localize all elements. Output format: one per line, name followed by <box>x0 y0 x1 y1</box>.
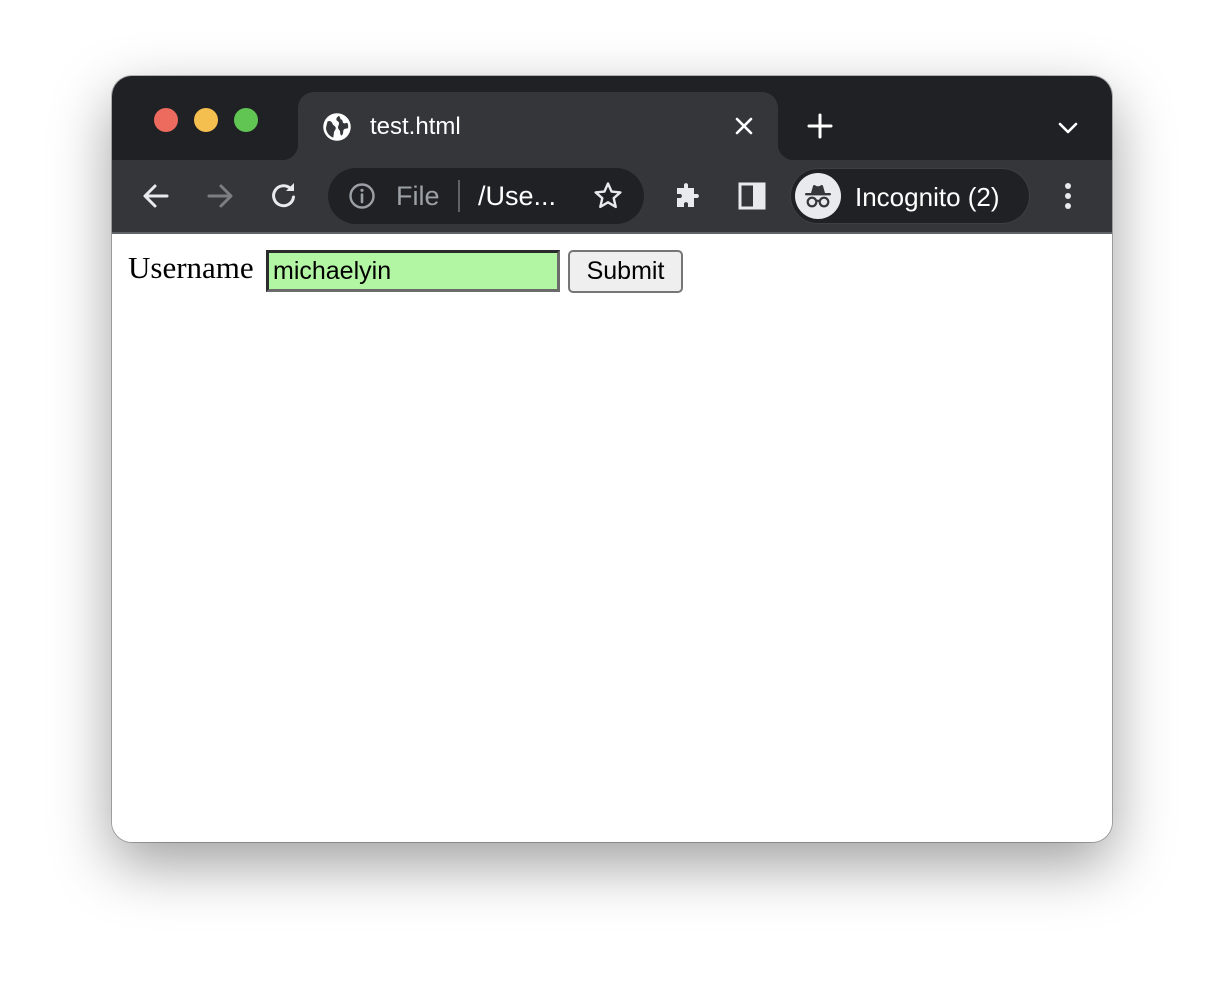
incognito-label: Incognito (2) <box>855 182 1000 212</box>
tab-title: test.html <box>370 113 461 140</box>
url-text[interactable]: /Use... <box>478 181 556 212</box>
window-maximize-button[interactable] <box>234 108 258 132</box>
window-close-button[interactable] <box>154 108 178 132</box>
address-divider <box>458 180 460 212</box>
page-content: Username Submit <box>112 234 1112 842</box>
back-arrow-icon[interactable] <box>140 180 172 212</box>
globe-icon <box>323 113 351 141</box>
username-input[interactable] <box>266 250 560 292</box>
plus-icon[interactable] <box>806 112 834 140</box>
window-minimize-button[interactable] <box>194 108 218 132</box>
side-panel-icon[interactable] <box>736 180 768 212</box>
star-icon[interactable] <box>592 180 624 212</box>
url-scheme-label: File <box>396 181 440 211</box>
info-icon[interactable] <box>348 182 376 210</box>
tab-test-html[interactable]: test.html <box>282 92 794 160</box>
chevron-down-icon[interactable] <box>1056 116 1080 140</box>
reload-icon[interactable] <box>268 180 300 212</box>
incognito-icon <box>805 185 831 208</box>
close-icon[interactable] <box>732 114 756 138</box>
browser-window: test.html File /Use... Incognito (2) Use… <box>112 76 1112 842</box>
incognito-profile-button[interactable]: Incognito (2) <box>790 168 1030 224</box>
toolbar: File /Use... Incognito (2) <box>112 160 1112 234</box>
forward-arrow-icon[interactable] <box>204 180 236 212</box>
avatar <box>795 173 841 219</box>
puzzle-icon[interactable] <box>672 180 704 212</box>
username-label: Username <box>128 250 254 285</box>
address-bar[interactable]: File /Use... <box>328 168 644 224</box>
submit-button[interactable]: Submit <box>568 250 683 293</box>
more-vert-icon[interactable] <box>1052 180 1084 212</box>
tab-strip: test.html <box>112 76 1112 160</box>
